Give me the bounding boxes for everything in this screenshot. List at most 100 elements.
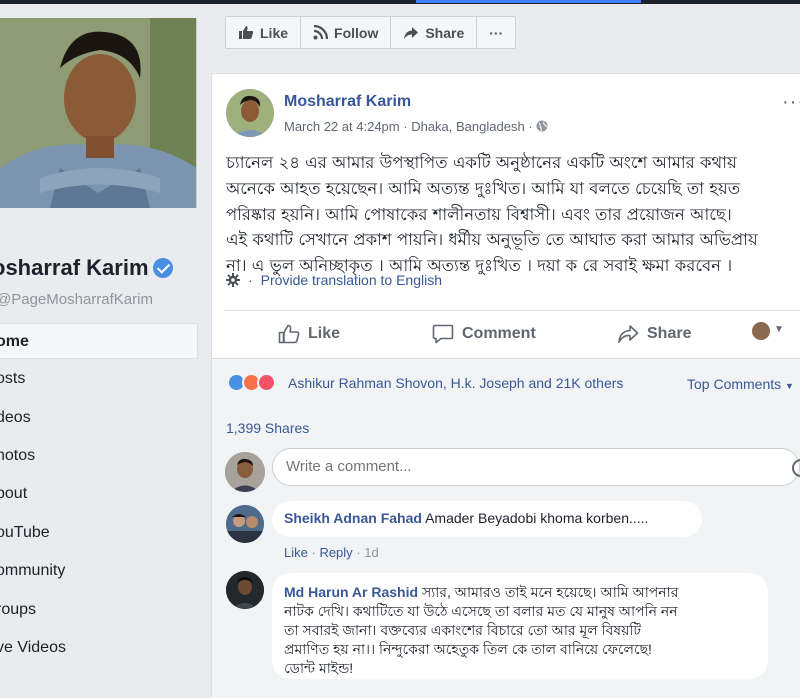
nav-item-youtube[interactable]: ouTube	[0, 515, 198, 551]
nav-item-posts[interactable]: osts	[0, 361, 198, 397]
nav-item-videos[interactable]: deos	[0, 400, 198, 436]
page-handle-text[interactable]: PageMosharrafKarim	[11, 291, 153, 308]
comment-bubble-icon	[432, 324, 454, 344]
post-text-line: এই কথাটি সেখানে প্রকাশ পায়নি। ধর্মীয় অ…	[226, 230, 758, 250]
page-like-button[interactable]: Like	[226, 17, 302, 48]
viewer-avatar-illustration	[225, 452, 265, 492]
page-like-label[interactable]: Like	[260, 25, 288, 41]
commenter-avatar-illustration	[226, 505, 264, 543]
commenter-avatar[interactable]	[226, 571, 264, 609]
page-follow-label[interactable]: Follow	[334, 25, 378, 41]
comment-composer[interactable]	[272, 448, 800, 486]
comment-input[interactable]	[286, 458, 686, 475]
thumbs-up-outline-icon	[278, 324, 300, 344]
post-comment-button[interactable]: Comment	[432, 319, 536, 349]
meta-separator: ·	[403, 119, 412, 134]
post-share-button[interactable]: Share	[617, 319, 691, 349]
comment-text-line: নাটক দেখি। কথাটিতে যা উঠে এসেছে তা বলার …	[284, 603, 678, 619]
more-dots-icon[interactable]: ···	[489, 25, 503, 41]
page-name-text[interactable]: osharraf Karim	[0, 255, 149, 280]
post-feedback: Ashikur Rahman Shovon, H.k. Joseph and 2…	[212, 358, 800, 698]
left-column: osharraf Karim @PageMosharrafKarim ome o…	[0, 4, 210, 698]
verified-badge-icon	[152, 258, 173, 278]
comment-text: Amader Beyadobi khoma korben.....	[425, 510, 649, 526]
meta-separator: ·	[528, 119, 537, 134]
post-share-label[interactable]: Share	[647, 325, 691, 343]
top-comments-label[interactable]: Top Comments	[687, 376, 781, 392]
comment-like-link[interactable]: Like	[284, 545, 308, 560]
chevron-down-icon: ▼	[785, 381, 794, 391]
commenter-name[interactable]: Md Harun Ar Rashid	[284, 584, 418, 600]
nav-label[interactable]: osts	[0, 370, 25, 387]
nav-label[interactable]: ome	[0, 333, 29, 350]
comment-text-line: স্যার, আমারও তাই মনে হয়েছে। আমি আপনার	[421, 584, 679, 600]
thumbs-up-icon	[239, 26, 254, 39]
top-comments-dropdown[interactable]: Top Comments ▼	[687, 376, 794, 392]
divider	[224, 310, 800, 311]
viewer-avatar	[225, 452, 265, 492]
author-avatar[interactable]	[226, 89, 274, 137]
author-avatar-illustration	[226, 89, 274, 137]
post-options-icon[interactable]: ···	[782, 91, 800, 114]
post-text-line: অনেকে আহত হয়েছেন। আমি অত্যন্ত দুঃখিত। আ…	[226, 178, 741, 198]
author-name[interactable]: Mosharraf Karim	[284, 93, 411, 111]
nav-item-home[interactable]: ome	[0, 323, 198, 359]
share-arrow-icon	[404, 26, 419, 39]
comment-actions: Like · Reply · 1d	[284, 545, 379, 560]
page-share-label[interactable]: Share	[425, 25, 464, 41]
post-text-line: পরিষ্কার হয়নি। আমি পোষাকের শালীনতায় বি…	[226, 204, 732, 224]
nav-item-groups[interactable]: roups	[0, 592, 198, 628]
post-like-label[interactable]: Like	[308, 325, 340, 343]
post-card: Mosharraf Karim March 22 at 4:24pm · Dha…	[211, 73, 800, 698]
nav-item-community[interactable]: ommunity	[0, 553, 198, 589]
rss-follow-icon	[313, 25, 329, 40]
commenter-avatar-illustration	[226, 571, 264, 609]
nav-label[interactable]: bout	[0, 485, 27, 502]
nav-item-live-videos[interactable]: ve Videos	[0, 630, 198, 666]
post-like-button[interactable]: Like	[278, 319, 340, 349]
comment-text-line: প্রমাণিত হয় না।। নিন্দুকেরা অহেতুক তিল …	[284, 641, 652, 657]
gear-icon	[226, 273, 240, 287]
nav-label[interactable]: hotos	[0, 447, 35, 464]
comment-text-line: ডোন্ট মাইন্ড!	[284, 660, 354, 676]
page-share-button[interactable]: Share	[391, 17, 478, 48]
comment-timestamp[interactable]: 1d	[364, 545, 378, 560]
nav-label[interactable]: ve Videos	[0, 639, 66, 656]
commenter-avatar[interactable]	[226, 505, 264, 543]
translate-label[interactable]: Provide translation to English	[261, 272, 442, 288]
active-tab-indicator	[416, 0, 641, 3]
react-as-avatar[interactable]	[752, 322, 770, 340]
comment-reply-link[interactable]: Reply	[319, 545, 352, 560]
post-text-line: চ্যানেল ২৪ এর আমার উপস্থাপিত একটি অনুষ্ঠ…	[226, 153, 737, 172]
nav-label[interactable]: ommunity	[0, 562, 65, 579]
page-handle[interactable]: @PageMosharrafKarim	[0, 291, 153, 308]
globe-icon[interactable]	[536, 120, 548, 132]
page-follow-button[interactable]: Follow	[301, 17, 392, 48]
nav-item-about[interactable]: bout	[0, 476, 198, 512]
nav-label[interactable]: roups	[0, 601, 36, 618]
comment-bubble: Md Harun Ar Rashid স্যার, আমারও তাই মনে …	[272, 573, 768, 679]
emoji-icon[interactable]	[792, 459, 800, 477]
reactors-link[interactable]: Ashikur Rahman Shovon, H.k. Joseph and 2…	[288, 375, 623, 391]
commenter-name[interactable]: Sheikh Adnan Fahad	[284, 510, 422, 526]
post-location[interactable]: Dhaka, Bangladesh	[411, 119, 524, 134]
page-more-button[interactable]: ···	[477, 17, 515, 48]
comment-bubble: Sheikh Adnan Fahad Amader Beyadobi khoma…	[272, 501, 702, 537]
nav-label[interactable]: deos	[0, 409, 31, 426]
shares-link[interactable]: 1,399 Shares	[226, 420, 309, 436]
profile-photo[interactable]	[0, 18, 197, 208]
share-outline-icon	[618, 325, 639, 343]
translate-separator: ·	[248, 272, 253, 288]
translation-link[interactable]: · Provide translation to English	[226, 272, 442, 288]
post-text: চ্যানেল ২৪ এর আমার উপস্থাপিত একটি অনুষ্ঠ…	[226, 150, 800, 279]
page-name[interactable]: osharraf Karim	[0, 255, 173, 281]
page-action-bar: Like Follow Share ···	[225, 16, 517, 49]
post-timestamp[interactable]: March 22 at 4:24pm	[284, 119, 400, 134]
reaction-summary[interactable]	[227, 373, 285, 393]
nav-label[interactable]: ouTube	[0, 524, 50, 541]
post-comment-label[interactable]: Comment	[462, 325, 536, 343]
post-meta: March 22 at 4:24pm · Dhaka, Bangladesh ·	[284, 119, 548, 134]
chevron-down-icon[interactable]: ▼	[774, 324, 784, 335]
nav-item-photos[interactable]: hotos	[0, 438, 198, 474]
profile-photo-illustration	[0, 18, 196, 208]
